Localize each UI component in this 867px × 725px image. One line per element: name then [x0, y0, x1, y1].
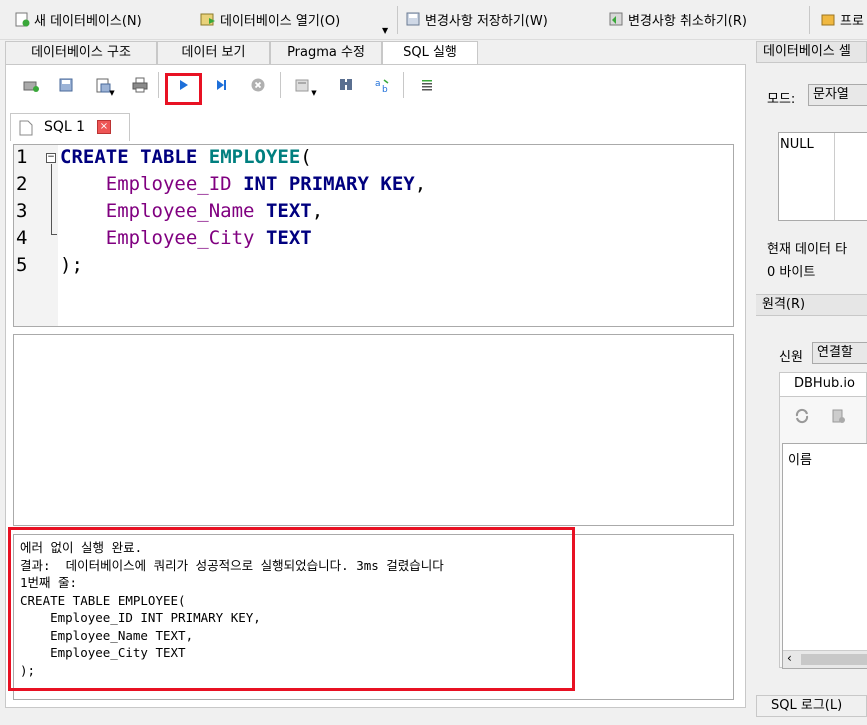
tab-edit-pragmas[interactable]: Pragma 수정 — [270, 41, 382, 65]
open-tab-button[interactable] — [20, 74, 42, 96]
highlight-message-pane — [8, 527, 575, 691]
scroll-left-icon[interactable]: ‹ — [787, 651, 792, 665]
find-replace-icon: ab — [375, 79, 389, 93]
tab-sql-log[interactable]: SQL 로그(L) — [756, 695, 867, 717]
dropdown-arrow-icon: ▼ — [109, 89, 115, 97]
refresh-icon[interactable] — [794, 408, 810, 428]
cell-value: NULL — [780, 137, 814, 152]
project-label: 프로 — [840, 13, 864, 29]
new-database-icon — [14, 11, 30, 27]
printer-icon — [132, 77, 148, 93]
main-toolbar: 새 데이터베이스(N) 데이터베이스 열기(O) ▼ 변경사항 저장하기(W) … — [0, 0, 867, 40]
dropdown-arrow-icon: ▼ — [382, 25, 389, 35]
fold-toggle-icon[interactable]: − — [46, 153, 56, 163]
comment-lines-icon — [422, 80, 432, 91]
open-tab-icon — [23, 81, 39, 92]
new-database-label: 새 데이터베이스(N) — [34, 13, 142, 29]
mode-label: 모드: — [767, 92, 796, 107]
comment-lines-button[interactable] — [416, 74, 438, 96]
print-button[interactable] — [129, 74, 151, 96]
save-results-dropdown[interactable]: ▼ — [309, 88, 319, 98]
revert-changes-icon — [608, 11, 624, 27]
open-database-button[interactable]: 데이터베이스 열기(O) — [200, 7, 340, 31]
revert-changes-button[interactable]: 변경사항 취소하기(R) — [608, 7, 747, 31]
type-info: 현재 데이터 타 — [767, 242, 848, 257]
tab-execute-sql[interactable]: SQL 실행 — [382, 41, 478, 66]
identity-select[interactable]: 연결할 — [812, 342, 867, 364]
code-line-2: Employee_ID INT PRIMARY KEY, — [105, 173, 427, 195]
tab-browse-data[interactable]: 데이터 보기 — [157, 41, 270, 65]
project-button[interactable]: 프로 — [820, 7, 864, 31]
identity-label: 신원 — [779, 350, 803, 365]
tab-database-structure[interactable]: 데이터베이스 구조 — [5, 41, 157, 65]
remote-panel-title: 원격(R) — [756, 294, 867, 316]
line-number: 4 — [16, 227, 28, 249]
cell-editor[interactable]: NULL — [778, 132, 867, 221]
open-sql-file-button[interactable] — [55, 74, 77, 96]
dropdown-arrow-icon: ▼ — [311, 89, 317, 97]
open-database-icon — [200, 11, 216, 27]
mode-select[interactable]: 문자열 — [808, 84, 867, 106]
close-tab-icon[interactable]: × — [97, 120, 111, 134]
code-line-3: Employee_Name TEXT, — [105, 200, 324, 222]
line-number: 2 — [16, 173, 28, 195]
code-line-1: CREATE TABLE EMPLOYEE( — [60, 146, 312, 168]
highlight-execute-button — [165, 73, 202, 105]
find-text-button[interactable] — [335, 74, 357, 96]
name-column-header: 이름 — [788, 453, 812, 468]
open-database-label: 데이터베이스 열기(O) — [220, 13, 341, 29]
stop-icon — [251, 78, 265, 92]
line-number: 5 — [16, 254, 28, 276]
save-sql-dropdown[interactable]: ▼ — [107, 88, 117, 98]
clone-database-icon[interactable] — [830, 408, 846, 428]
open-database-dropdown[interactable]: ▼ — [382, 18, 388, 42]
line-number: 3 — [16, 200, 28, 222]
size-info: 0 바이트 — [767, 265, 816, 280]
horizontal-scrollbar[interactable]: ‹ — [783, 650, 867, 668]
new-database-button[interactable]: 새 데이터베이스(N) — [14, 7, 142, 31]
find-icon — [340, 79, 352, 90]
edit-cell-panel-title: 데이터베이스 셀 — [756, 41, 867, 63]
remote-file-list[interactable]: 이름 ‹ — [782, 443, 867, 669]
execute-current-line-button[interactable] — [210, 74, 232, 96]
scrollbar-thumb[interactable] — [801, 654, 867, 665]
stop-execution-button[interactable] — [247, 74, 269, 96]
step-play-icon — [217, 80, 226, 90]
write-changes-label: 변경사항 저장하기(W) — [425, 13, 548, 29]
svg-text:a: a — [375, 79, 381, 89]
code-line-5: ); — [60, 254, 83, 276]
fold-line-end — [51, 234, 57, 235]
sql-tab-label: SQL 1 — [44, 119, 86, 135]
document-icon — [19, 120, 33, 140]
fold-line — [51, 164, 52, 234]
write-changes-button[interactable]: 변경사항 저장하기(W) — [405, 7, 548, 31]
revert-changes-label: 변경사항 취소하기(R) — [628, 13, 747, 29]
sql-editor-tab[interactable]: SQL 1 × — [10, 113, 130, 141]
sql-editor[interactable]: 1 2 3 4 5 − CREATE TABLE EMPLOYEE( Emplo… — [13, 144, 734, 327]
open-file-icon — [59, 78, 73, 92]
write-changes-icon — [405, 11, 421, 27]
find-replace-button[interactable]: ab — [372, 74, 394, 96]
code-line-4: Employee_City TEXT — [105, 227, 312, 249]
tab-dbhub[interactable]: DBHub.io — [779, 372, 867, 396]
project-icon — [820, 11, 836, 27]
line-number: 1 — [16, 146, 28, 168]
results-grid[interactable] — [13, 334, 734, 526]
svg-text:b: b — [382, 85, 388, 93]
